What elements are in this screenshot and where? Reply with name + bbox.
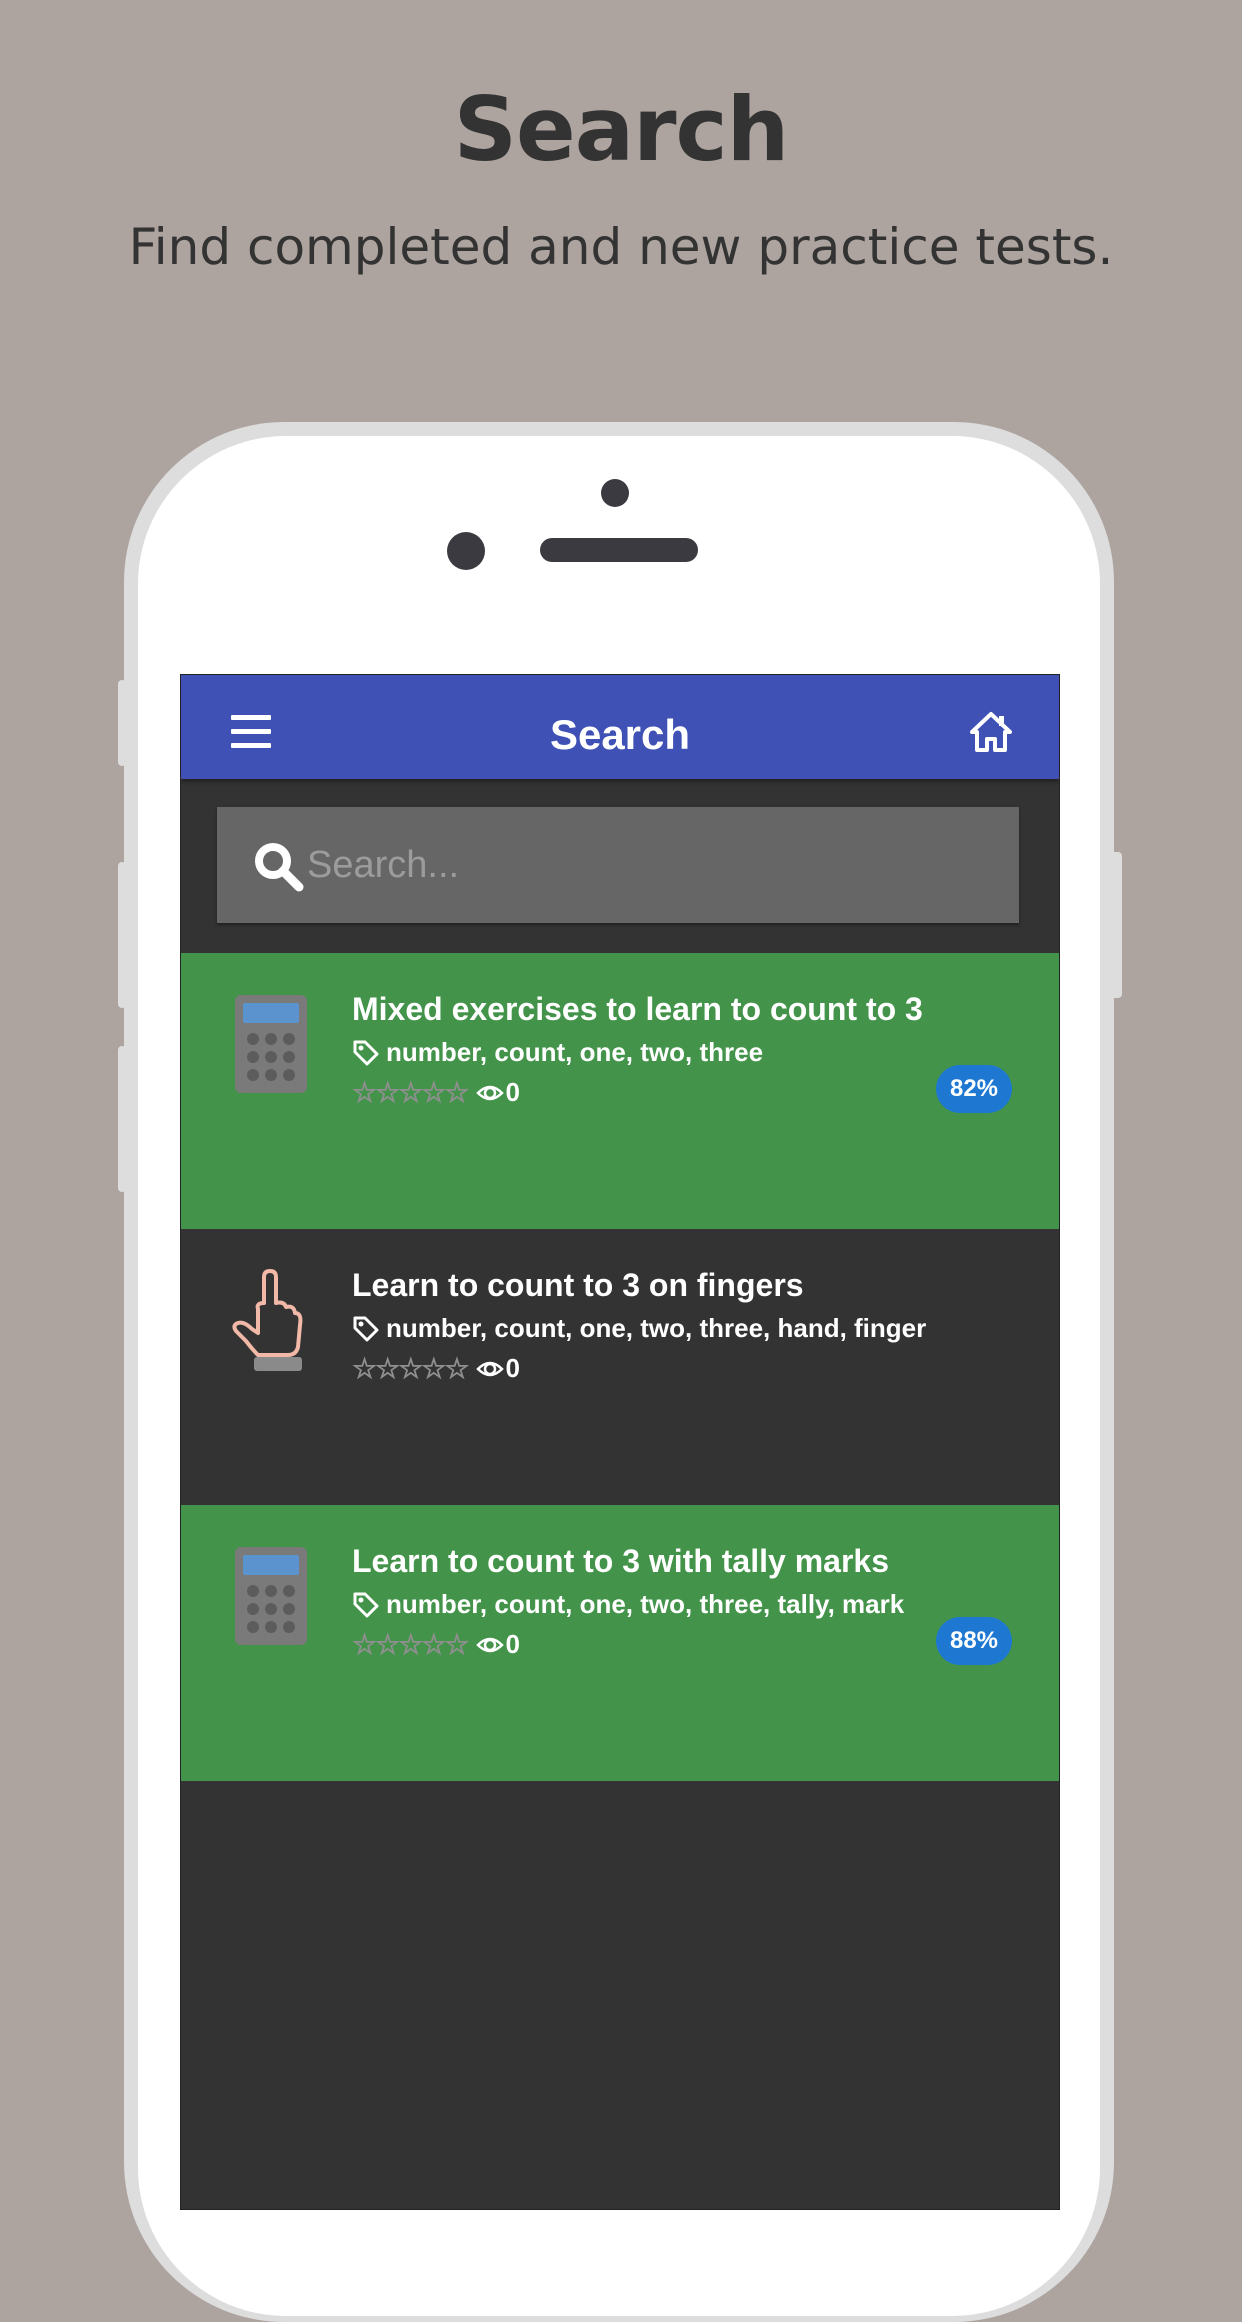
list-item[interactable]: Learn to count to 3 on fingers number, c… bbox=[181, 1229, 1059, 1505]
score-badge: 88% bbox=[936, 1617, 1012, 1665]
tag-icon bbox=[353, 1316, 379, 1341]
phone-volume-up-button bbox=[118, 862, 126, 1008]
eye-icon bbox=[475, 1637, 504, 1652]
home-icon[interactable] bbox=[969, 711, 1013, 753]
star-rating: ☆☆☆☆☆ bbox=[352, 1628, 470, 1660]
phone-power-button bbox=[1110, 852, 1122, 998]
list-item[interactable]: Learn to count to 3 with tally marks num… bbox=[181, 1505, 1059, 1781]
view-count: 0 bbox=[505, 1353, 520, 1383]
item-meta: ☆☆☆☆☆ 0 bbox=[352, 1353, 520, 1384]
score-badge: 82% bbox=[936, 1065, 1012, 1113]
phone-sensor bbox=[447, 532, 485, 570]
item-tags-text: number, count, one, two, three, tally, m… bbox=[386, 1589, 905, 1619]
app-screen: Search Mixed exercises to learn to count… bbox=[180, 674, 1060, 2210]
item-tags-text: number, count, one, two, three, hand, fi… bbox=[386, 1313, 927, 1343]
eye-icon bbox=[475, 1361, 504, 1376]
promo-subtitle: Find completed and new practice tests. bbox=[128, 218, 1114, 276]
item-title: Learn to count to 3 with tally marks bbox=[352, 1543, 889, 1579]
item-tags-text: number, count, one, two, three bbox=[386, 1037, 764, 1067]
calculator-icon bbox=[235, 995, 307, 1093]
item-meta: ☆☆☆☆☆ 0 bbox=[352, 1077, 520, 1108]
calculator-icon bbox=[235, 1547, 307, 1645]
item-meta: ☆☆☆☆☆ 0 bbox=[352, 1629, 520, 1660]
promo-title: Search bbox=[453, 78, 790, 181]
item-tags: number, count, one, two, three bbox=[352, 1037, 763, 1068]
search-bar bbox=[217, 807, 1019, 923]
item-title: Learn to count to 3 on fingers bbox=[352, 1267, 804, 1303]
tag-icon bbox=[353, 1040, 379, 1065]
view-count: 0 bbox=[505, 1077, 520, 1107]
app-bar-title: Search bbox=[549, 711, 691, 758]
item-tags: number, count, one, two, three, tally, m… bbox=[352, 1589, 904, 1620]
item-title: Mixed exercises to learn to count to 3 bbox=[352, 991, 923, 1027]
phone-silent-switch bbox=[118, 680, 126, 766]
search-icon bbox=[255, 843, 304, 892]
app-bar: Search bbox=[181, 675, 1059, 779]
phone-front-camera bbox=[601, 479, 629, 507]
star-rating: ☆☆☆☆☆ bbox=[352, 1076, 470, 1108]
eye-icon bbox=[475, 1085, 504, 1100]
phone-earpiece-speaker bbox=[540, 538, 698, 562]
item-tags: number, count, one, two, three, hand, fi… bbox=[352, 1313, 926, 1344]
view-count: 0 bbox=[505, 1629, 520, 1659]
star-rating: ☆☆☆☆☆ bbox=[352, 1352, 470, 1384]
tag-icon bbox=[353, 1592, 379, 1617]
phone-volume-down-button bbox=[118, 1046, 126, 1192]
list-item[interactable]: Mixed exercises to learn to count to 3 n… bbox=[181, 953, 1059, 1229]
search-input[interactable] bbox=[307, 807, 1007, 923]
hand-pointing-icon bbox=[232, 1269, 303, 1371]
